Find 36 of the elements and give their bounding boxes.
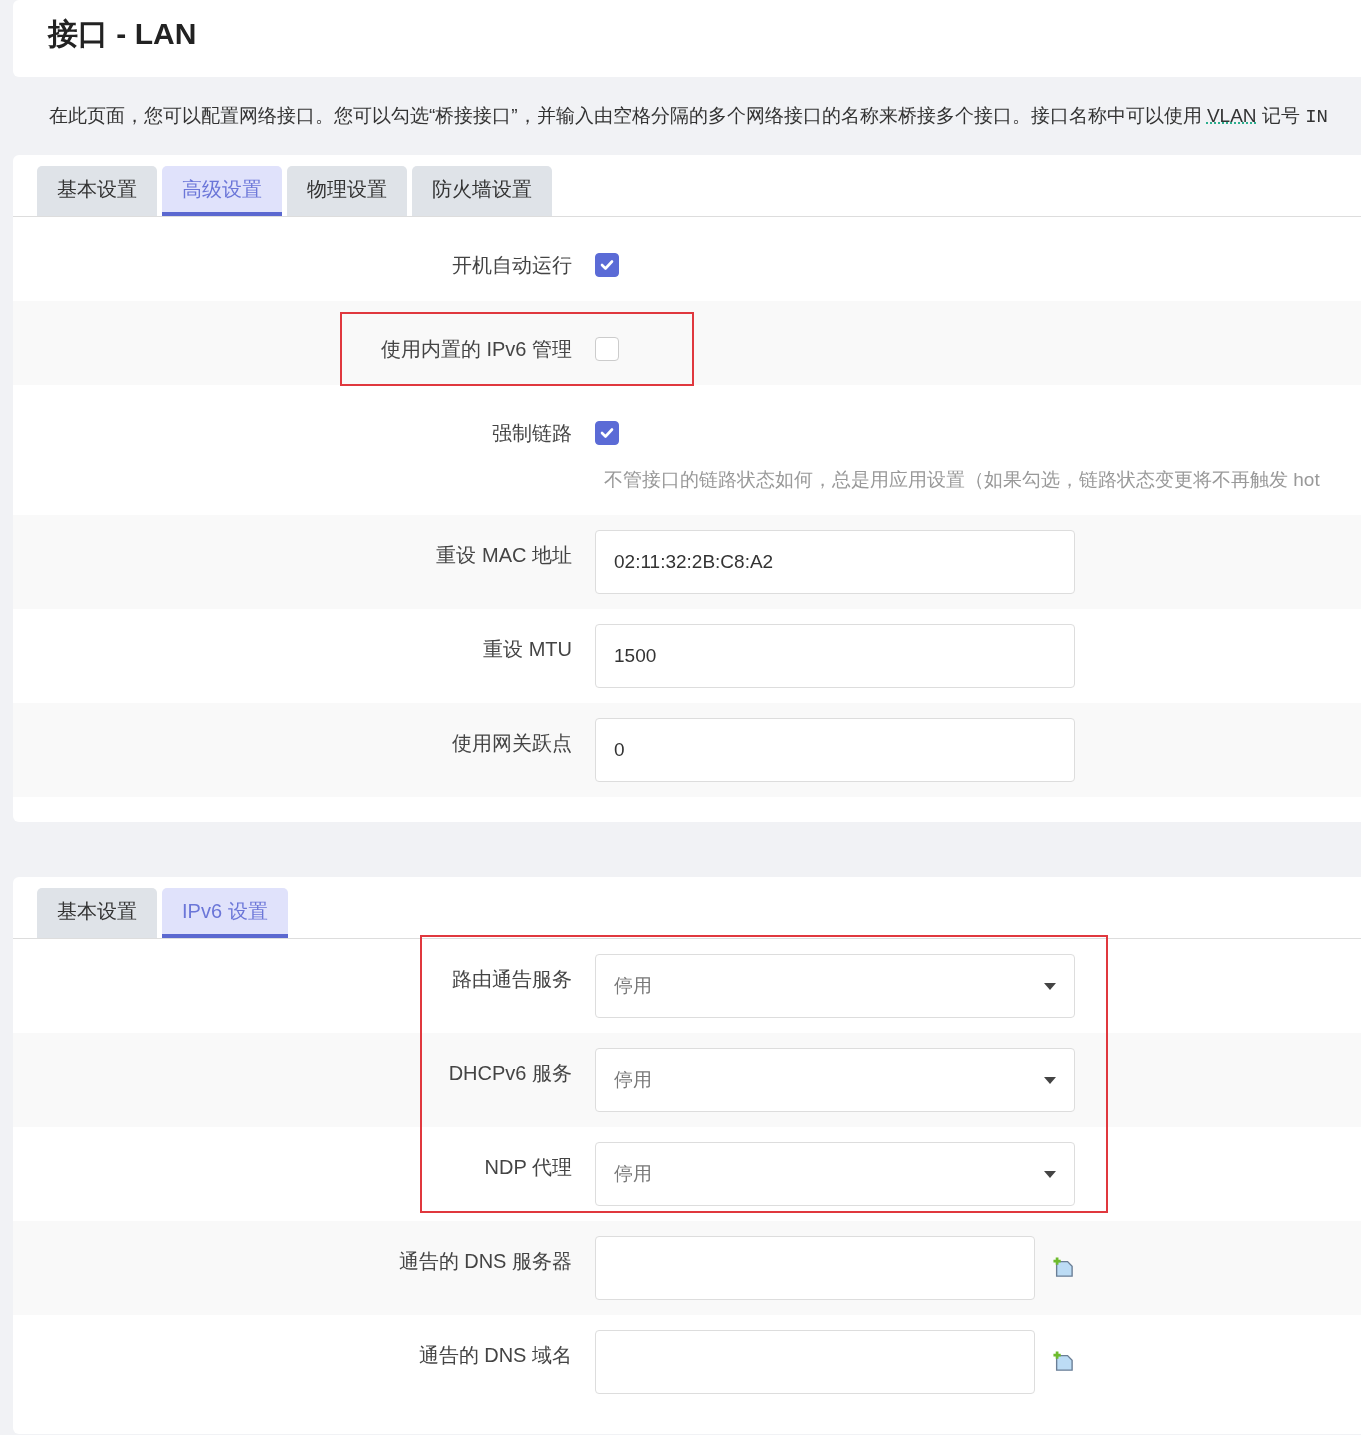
field-label: NDP 代理 <box>483 1155 572 1180</box>
field-label: 路由通告服务 <box>451 967 572 992</box>
check-icon <box>600 259 614 271</box>
tab[interactable]: 防火墙设置 <box>412 166 552 216</box>
checkbox[interactable] <box>595 253 619 277</box>
caret-icon <box>1044 982 1056 990</box>
select-field[interactable]: 停用 <box>595 1048 1075 1112</box>
input-field[interactable] <box>595 1330 1036 1394</box>
tab[interactable]: 基本设置 <box>37 166 157 216</box>
check-icon <box>600 427 614 439</box>
select-field[interactable]: 停用 <box>595 1142 1075 1206</box>
field-label: 通告的 DNS 服务器 <box>397 1249 572 1274</box>
description-text: 在此页面，您可以配置网络接口。您可以勾选“桥接接口”，并输入由空格分隔的多个网络接口的名称来桥接多个接口。接口名称中可以使用 VLAN 记号 IN <box>49 104 1328 129</box>
input-field[interactable] <box>595 1236 1036 1300</box>
select-field[interactable]: 停用 <box>595 954 1075 1018</box>
add-icon[interactable] <box>1053 1256 1075 1280</box>
input-field[interactable]: 0 <box>595 718 1075 782</box>
field-label: 开机自动运行 <box>451 253 572 278</box>
field-label: 强制链路 <box>491 421 572 446</box>
caret-icon <box>1044 1170 1056 1178</box>
checkbox[interactable] <box>595 337 619 361</box>
page-title: 接口 - LAN <box>48 16 198 52</box>
hint-text: 不管接口的链路状态如何，总是用应用设置（如果勾选，链路状态变更将不再触发 hot <box>604 468 1320 492</box>
caret-icon <box>1044 1076 1056 1084</box>
field-label: 重设 MTU <box>482 637 572 662</box>
add-icon[interactable] <box>1053 1350 1075 1374</box>
input-field[interactable]: 02:11:32:2B:C8:A2 <box>595 530 1075 594</box>
input-field[interactable]: 1500 <box>595 624 1075 688</box>
checkbox[interactable] <box>595 421 619 445</box>
field-label: 使用网关跃点 <box>451 731 572 756</box>
field-label: DHCPv6 服务 <box>447 1061 572 1086</box>
field-label: 重设 MAC 地址 <box>435 543 572 568</box>
field-label: 使用内置的 IPv6 管理 <box>379 337 572 362</box>
tab[interactable]: 物理设置 <box>287 166 407 216</box>
tab[interactable]: 基本设置 <box>37 888 157 938</box>
field-label: 通告的 DNS 域名 <box>417 1343 572 1368</box>
